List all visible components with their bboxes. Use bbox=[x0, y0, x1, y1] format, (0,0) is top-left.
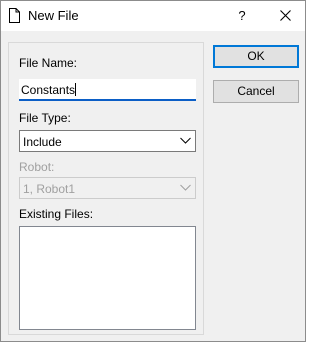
close-icon bbox=[280, 10, 291, 21]
help-button[interactable]: ? bbox=[227, 1, 257, 31]
window-title: New File bbox=[28, 8, 79, 23]
robot-label: Robot: bbox=[19, 160, 55, 174]
file-name-value: Constants bbox=[21, 83, 76, 97]
file-name-input[interactable]: Constants bbox=[19, 79, 196, 101]
close-button[interactable] bbox=[267, 1, 305, 31]
dialog-body: File Name: Constants File Type: Include … bbox=[1, 31, 305, 341]
title-bar[interactable]: New File ? bbox=[1, 1, 305, 31]
document-icon bbox=[9, 8, 20, 23]
existing-files-label: Existing Files: bbox=[19, 207, 94, 221]
robot-value: 1, Robot1 bbox=[23, 182, 76, 196]
chevron-down-icon bbox=[180, 184, 191, 191]
cancel-button[interactable]: Cancel bbox=[213, 80, 299, 103]
file-name-label: File Name: bbox=[19, 56, 78, 70]
ok-button[interactable]: OK bbox=[213, 45, 299, 68]
file-type-select[interactable]: Include bbox=[19, 130, 196, 152]
robot-select: 1, Robot1 bbox=[19, 177, 196, 199]
chevron-down-icon bbox=[180, 137, 191, 144]
new-file-dialog: New File ? File Name: Constants File Typ… bbox=[0, 0, 306, 342]
text-caret bbox=[75, 83, 77, 96]
form-panel: File Name: Constants File Type: Include … bbox=[8, 42, 204, 335]
file-type-label: File Type: bbox=[19, 111, 71, 125]
file-type-value: Include bbox=[23, 135, 62, 149]
existing-files-list[interactable] bbox=[19, 226, 196, 330]
